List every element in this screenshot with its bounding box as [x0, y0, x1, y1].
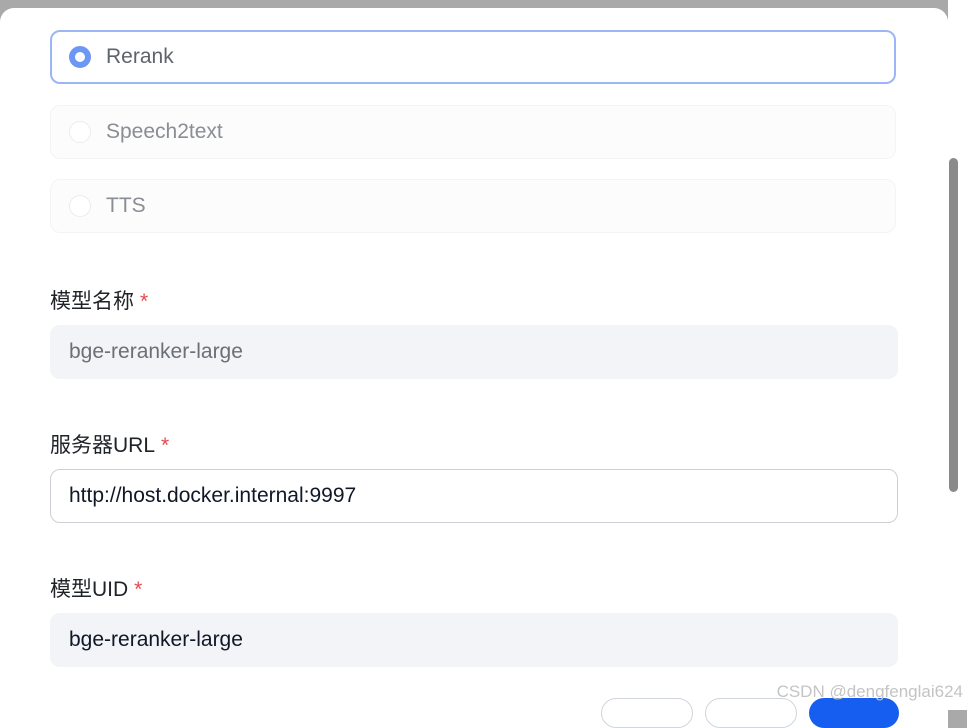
save-button[interactable] [809, 698, 899, 728]
model-uid-label: 模型UID * [50, 573, 142, 603]
scrollbar-thumb[interactable] [949, 158, 958, 492]
model-type-option-rerank[interactable]: Rerank [50, 30, 896, 84]
model-uid-input[interactable]: bge-reranker-large [50, 613, 898, 667]
model-name-label: 模型名称 * [50, 285, 148, 315]
required-asterisk: * [140, 290, 149, 313]
model-name-value: bge-reranker-large [69, 340, 243, 363]
model-type-option-tts[interactable]: TTS [50, 179, 896, 233]
watermark: CSDN @dengfenglai624 [776, 682, 963, 701]
model-type-label: Speech2text [106, 120, 223, 143]
radio-selected-icon[interactable] [69, 46, 91, 68]
model-settings-dialog: Rerank Speech2text TTS 模型名称 * bge-reranke… [0, 8, 948, 728]
server-url-label: 服务器URL * [50, 429, 169, 459]
model-uid-value: bge-reranker-large [69, 628, 243, 651]
required-asterisk: * [161, 434, 170, 457]
model-uid-label-text: 模型UID [50, 578, 129, 601]
radio-unselected-icon[interactable] [69, 195, 91, 217]
server-url-value: http://host.docker.internal:9997 [69, 484, 357, 507]
footer-button-1[interactable] [601, 698, 693, 728]
server-url-label-text: 服务器URL [50, 434, 156, 457]
model-type-option-speech2text[interactable]: Speech2text [50, 105, 896, 159]
model-name-label-text: 模型名称 [50, 290, 134, 313]
model-name-input[interactable]: bge-reranker-large [50, 325, 898, 379]
model-type-label: TTS [106, 194, 146, 217]
server-url-input[interactable]: http://host.docker.internal:9997 [50, 469, 898, 523]
model-type-label: Rerank [106, 45, 174, 68]
required-asterisk: * [134, 578, 143, 601]
radio-unselected-icon[interactable] [69, 121, 91, 143]
footer-button-2[interactable] [705, 698, 797, 728]
